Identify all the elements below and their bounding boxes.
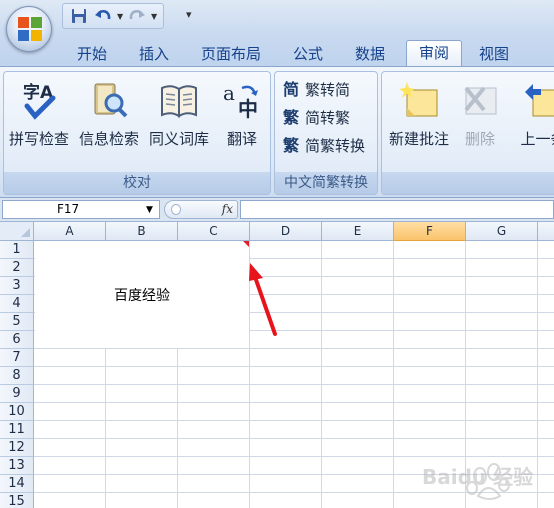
tab-view[interactable]: 视图: [468, 42, 520, 66]
office-logo-icon: [18, 17, 42, 41]
column-header-a[interactable]: A: [34, 222, 106, 241]
merged-cell-a1-c6[interactable]: 百度经验: [35, 241, 249, 348]
tab-review[interactable]: 审阅: [406, 40, 462, 67]
tab-formulas[interactable]: 公式: [282, 42, 334, 66]
row-header-2[interactable]: 2: [0, 259, 34, 277]
comments-group: 新建批注 删除 上一条: [381, 71, 554, 195]
tab-home[interactable]: 开始: [66, 42, 118, 66]
traditional-to-simplified-icon: 简: [283, 80, 300, 99]
row-header-12[interactable]: 12: [0, 439, 34, 457]
row-header-5[interactable]: 5: [0, 313, 34, 331]
column-header-f[interactable]: F: [394, 222, 466, 241]
insert-function-button[interactable]: fx: [222, 202, 233, 216]
redo-dropdown-icon[interactable]: ▼: [151, 12, 157, 21]
row-header-1[interactable]: 1: [0, 241, 34, 259]
name-box[interactable]: F17: [2, 200, 160, 219]
simplified-to-traditional-icon: 繁: [283, 108, 300, 127]
tab-page-layout[interactable]: 页面布局: [190, 42, 272, 66]
svg-text:a: a: [223, 81, 235, 105]
previous-comment-button[interactable]: 上一条: [508, 76, 554, 148]
office-button[interactable]: [6, 6, 52, 52]
insert-function-area: fx: [164, 200, 238, 219]
column-header-h[interactable]: [538, 222, 554, 241]
comment-indicator-icon[interactable]: [243, 241, 249, 247]
traditional-to-simplified-button[interactable]: 简繁转简: [283, 78, 350, 102]
row-header-13[interactable]: 13: [0, 457, 34, 475]
row-header-15[interactable]: 15: [0, 493, 34, 508]
proofing-group: 字A 拼写检查 信息检索 同义词库 a 中 翻译 校对: [3, 71, 271, 195]
column-header-g[interactable]: G: [466, 222, 538, 241]
formula-input[interactable]: [240, 200, 554, 219]
thesaurus-button[interactable]: 同义词库: [146, 76, 212, 148]
column-header-d[interactable]: D: [250, 222, 322, 241]
undo-icon[interactable]: [93, 6, 113, 26]
select-all-button[interactable]: [0, 222, 34, 241]
red-arrow-icon: [249, 263, 277, 336]
translate-icon: a 中: [223, 81, 258, 120]
tab-insert[interactable]: 插入: [128, 42, 180, 66]
save-icon[interactable]: [69, 6, 89, 26]
column-header-c[interactable]: C: [178, 222, 250, 241]
row-header-9[interactable]: 9: [0, 385, 34, 403]
delete-comment-icon: [464, 86, 497, 115]
research-icon: [94, 83, 128, 118]
column-header-e[interactable]: E: [322, 222, 394, 241]
comments-group-label: [382, 172, 554, 194]
delete-comment-button[interactable]: 删除: [454, 76, 506, 148]
name-box-dropdown-icon[interactable]: ▼: [146, 205, 153, 215]
customize-toolbar-icon[interactable]: ▾: [186, 8, 192, 21]
proofing-group-label: 校对: [4, 172, 270, 194]
title-bar: ▼ ▼ ▾: [0, 0, 554, 34]
undo-dropdown-icon[interactable]: ▼: [117, 12, 123, 21]
row-header-10[interactable]: 10: [0, 403, 34, 421]
baidu-watermark-text: Baidu 经验: [422, 465, 533, 489]
new-comment-icon: [399, 82, 438, 117]
research-button[interactable]: 信息检索: [76, 76, 142, 148]
redo-icon[interactable]: [127, 6, 147, 26]
chinese-convert-button[interactable]: 繁简繁转换: [283, 134, 365, 158]
ribbon-tabs: 开始 插入 页面布局 公式 数据 审阅 视图: [0, 34, 554, 67]
tab-data[interactable]: 数据: [344, 42, 396, 66]
merged-cell-text: 百度经验: [114, 288, 170, 304]
spellcheck-icon: 字A: [23, 82, 56, 120]
formula-bar-grip-icon[interactable]: [171, 204, 181, 215]
row-header-8[interactable]: 8: [0, 367, 34, 385]
translate-button[interactable]: a 中 翻译: [214, 76, 270, 148]
baidu-watermark: Baidu 经验: [420, 452, 554, 504]
column-header-b[interactable]: B: [106, 222, 178, 241]
chinese-conversion-group-label: 中文简繁转换: [275, 172, 377, 194]
baidu-paw-logo-icon: Baidu 经验: [422, 463, 533, 500]
chinese-convert-icon: 繁: [283, 136, 300, 155]
row-header-4[interactable]: 4: [0, 295, 34, 313]
row-header-11[interactable]: 11: [0, 421, 34, 439]
previous-comment-icon: [525, 84, 554, 117]
ribbon: 字A 拼写检查 信息检索 同义词库 a 中 翻译 校对 简 繁转简 繁 简转繁 …: [0, 66, 554, 198]
chinese-conversion-group: 简繁转简 繁简转繁 繁简繁转换 中文简繁转换: [274, 71, 378, 195]
new-comment-button[interactable]: 新建批注: [384, 76, 454, 148]
formula-bar: F17 ▼ fx: [0, 198, 554, 222]
simplified-to-traditional-button[interactable]: 繁简转繁: [283, 106, 350, 130]
quick-access-toolbar: ▼ ▼: [62, 3, 164, 29]
svg-text:中: 中: [238, 97, 258, 120]
thesaurus-icon: [161, 85, 197, 118]
spellcheck-button[interactable]: 字A 拼写检查: [6, 76, 72, 148]
row-header-6[interactable]: 6: [0, 331, 34, 349]
row-header-7[interactable]: 7: [0, 349, 34, 367]
row-header-3[interactable]: 3: [0, 277, 34, 295]
row-header-14[interactable]: 14: [0, 475, 34, 493]
